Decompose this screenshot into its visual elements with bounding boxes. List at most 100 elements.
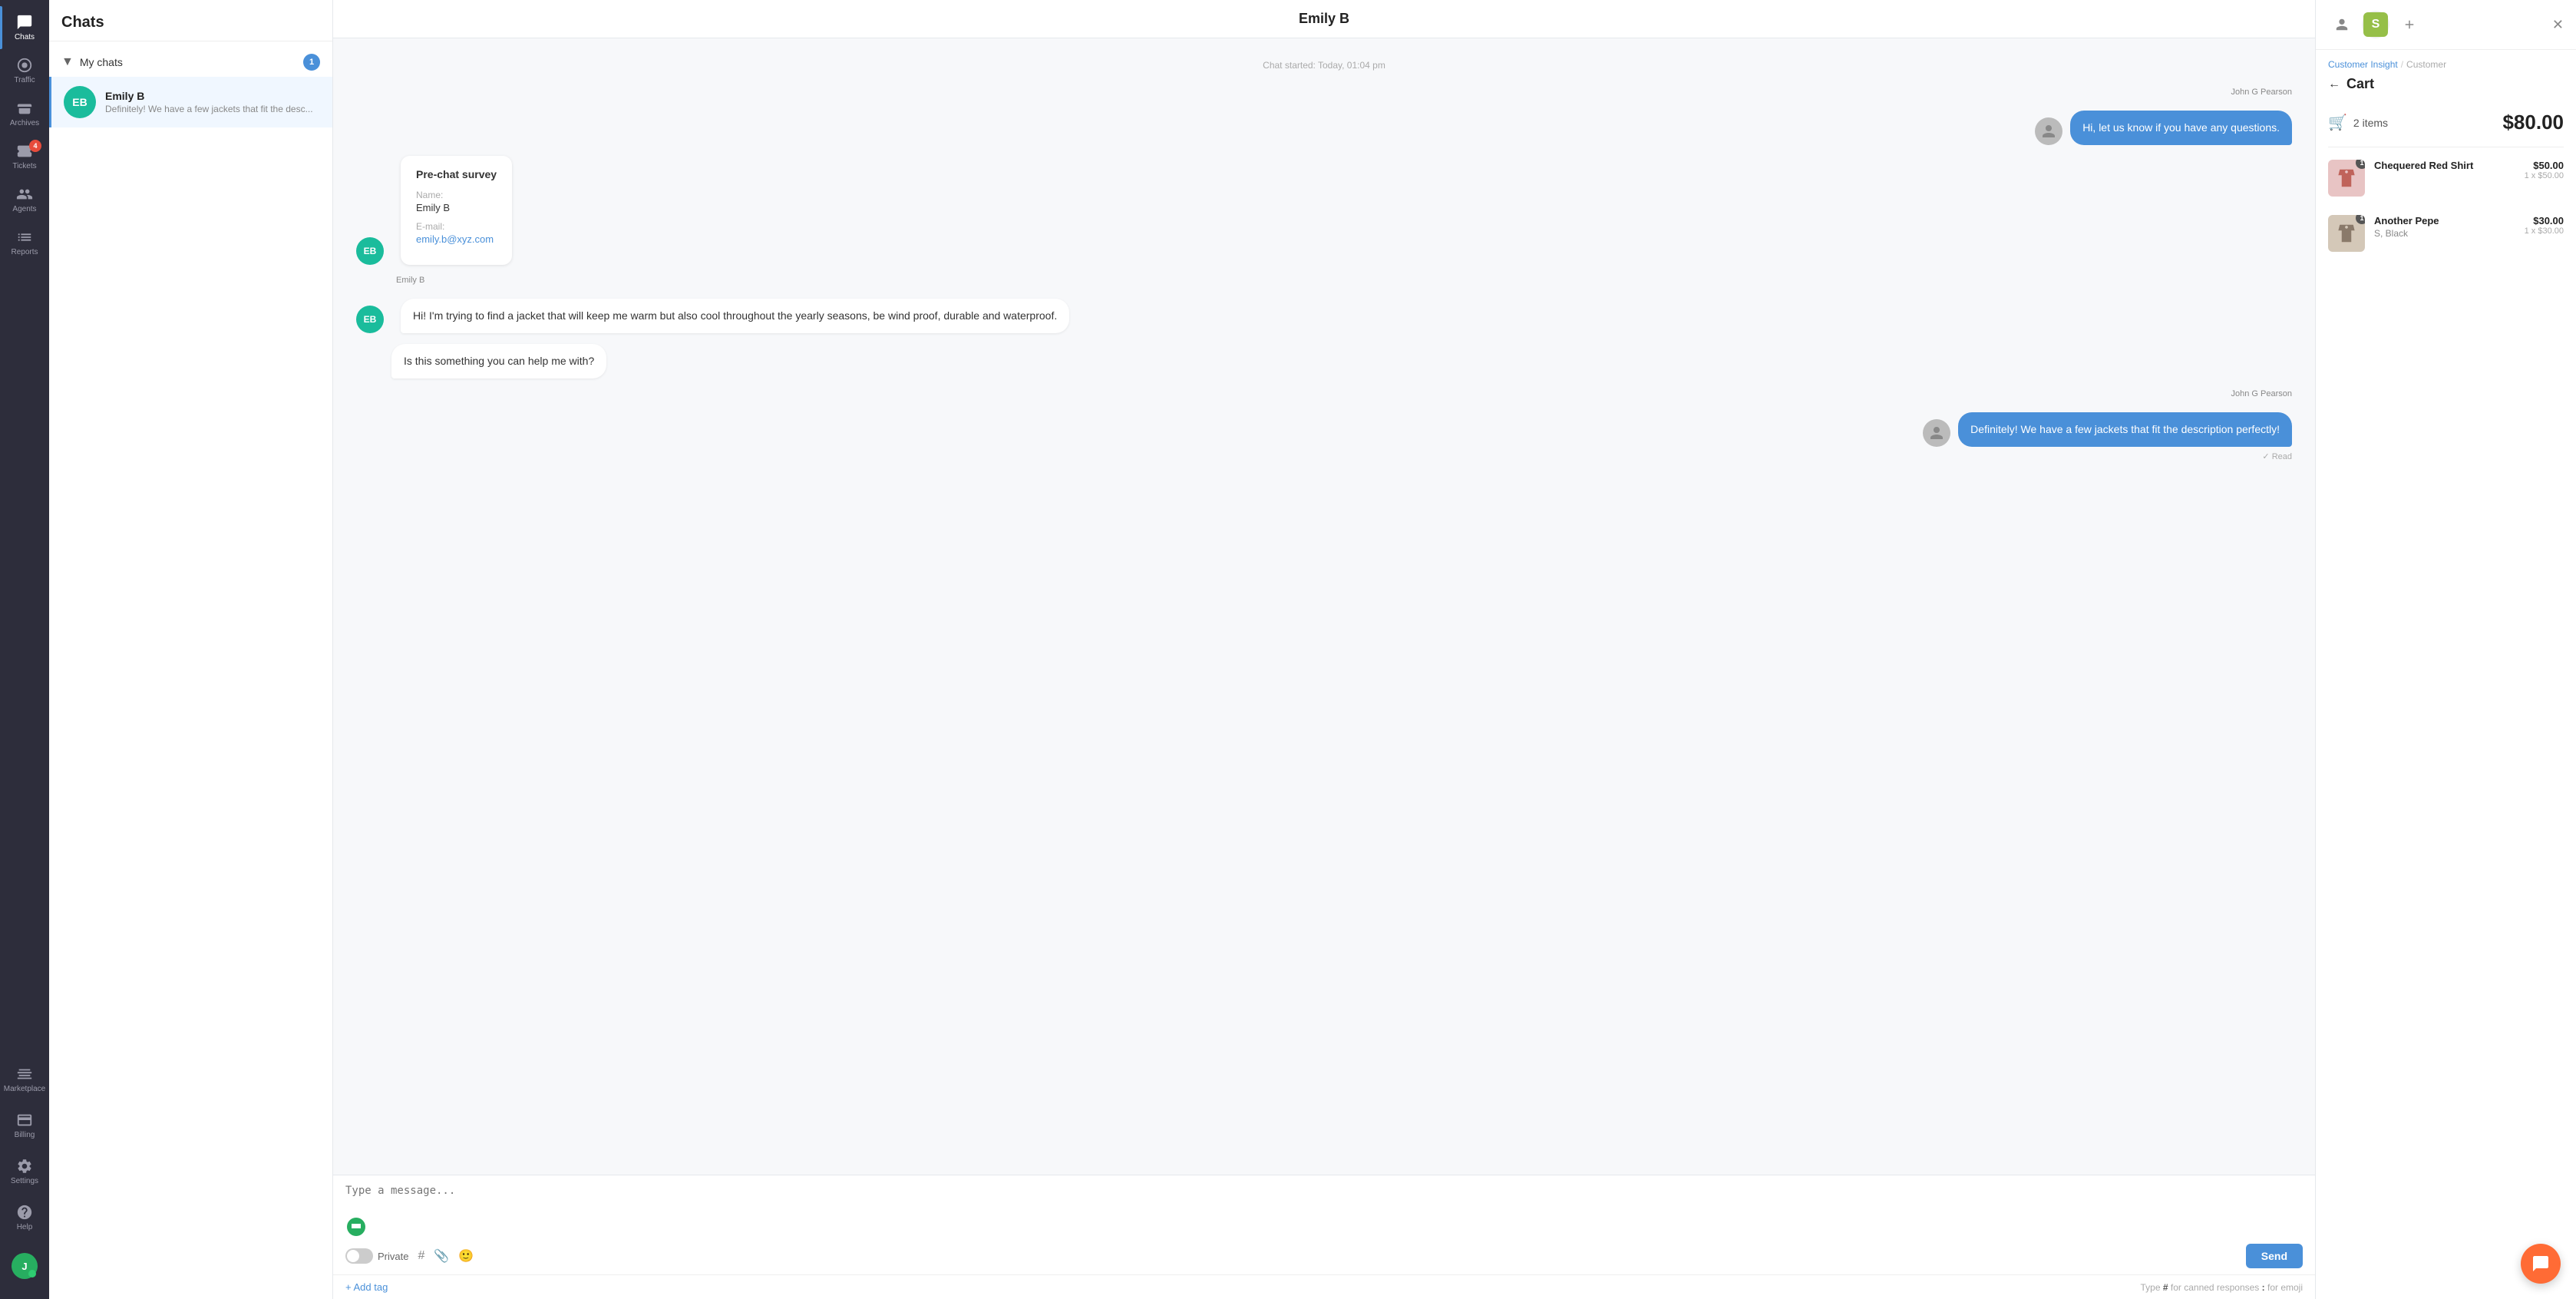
private-toggle[interactable]: Private — [345, 1248, 408, 1264]
pre-chat-row: EB Pre-chat survey Name: Emily B E-mail:… — [356, 156, 2292, 265]
hint-text3: for emoji — [2267, 1282, 2303, 1293]
cart-item-variant2: S, Black — [2374, 228, 2515, 239]
chat-started: Chat started: Today, 01:04 pm — [356, 60, 2292, 71]
chevron-down-icon: ▼ — [61, 55, 74, 69]
message-row: Hi, let us know if you have any question… — [356, 111, 2292, 145]
hint-text1: Type — [2141, 1282, 2163, 1293]
hint-hash: # — [2163, 1282, 2168, 1293]
shopify-icon: S — [2363, 12, 2388, 37]
msg-sender2: John G Pearson — [356, 389, 2292, 398]
sidebar-item-label: Reports — [11, 248, 38, 256]
sidebar-item-agents[interactable]: Agents — [0, 178, 49, 221]
chat-preview: Definitely! We have a few jackets that f… — [105, 104, 320, 114]
chat-header: Emily B — [333, 0, 2315, 38]
close-button[interactable]: ✕ — [2552, 17, 2564, 33]
my-chats-count: 1 — [303, 54, 320, 71]
cart-count: 🛒 2 items — [2328, 113, 2388, 132]
avatar-initials: EB — [72, 96, 87, 108]
cart-item-price: $50.00 1 x $50.00 — [2525, 160, 2564, 180]
avatar: EB — [64, 86, 96, 118]
message-bubble-outgoing: Hi, let us know if you have any question… — [2070, 111, 2292, 145]
message-bubble-incoming: Hi! I'm trying to find a jacket that wil… — [401, 299, 1069, 333]
sidebar-item-reports[interactable]: Reports — [0, 221, 49, 264]
cart-total: $80.00 — [2502, 111, 2564, 134]
message-bubble-incoming2: Is this something you can help me with? — [391, 344, 606, 378]
field-value-email: emily.b@xyz.com — [416, 233, 497, 245]
breadcrumb-separator: / — [2401, 59, 2403, 70]
agent-avatar2 — [1923, 419, 1950, 447]
hint-text2: for canned responses — [2171, 1282, 2262, 1293]
sidebar-item-label: Help — [17, 1223, 33, 1231]
emoji-icon[interactable]: 🙂 — [458, 1248, 474, 1264]
avatar-eb2: EB — [356, 306, 384, 333]
sidebar-item-label: Tickets — [12, 162, 36, 170]
main-chat: Emily B Chat started: Today, 01:04 pm Jo… — [333, 0, 2315, 1299]
breadcrumb: Customer Insight / Customer — [2316, 50, 2576, 73]
shirt-icon — [2335, 167, 2358, 190]
rp-tabs: S — [2328, 11, 2423, 38]
input-toolbar: Private # 📎 🙂 Send — [345, 1244, 2303, 1268]
sidebar-item-archives[interactable]: Archives — [0, 92, 49, 135]
plus-icon — [2403, 18, 2416, 31]
section-title: Cart — [2346, 76, 2374, 92]
sidebar-item-chats[interactable]: Chats — [0, 6, 49, 49]
item-unit-price: 1 x $50.00 — [2525, 171, 2564, 180]
pre-chat-survey-card: Pre-chat survey Name: Emily B E-mail: em… — [401, 156, 512, 265]
user-avatar-button[interactable]: J — [4, 1245, 45, 1287]
breadcrumb-parent[interactable]: Customer Insight — [2328, 59, 2398, 70]
rp-tab-add[interactable] — [2396, 11, 2423, 38]
sidebar-item-label: Archives — [10, 119, 39, 127]
field-label-name: Name: — [416, 190, 497, 200]
sidebar-item-help[interactable]: Help — [4, 1196, 45, 1239]
my-chats-label: My chats — [80, 56, 303, 68]
reports-icon — [16, 229, 33, 246]
tickets-badge: 4 — [29, 140, 41, 152]
chat-name: Emily B — [105, 90, 320, 102]
cart-item-image: 1 — [2328, 160, 2365, 197]
my-chats-row[interactable]: ▼ My chats 1 — [49, 48, 332, 77]
pre-chat-title: Pre-chat survey — [416, 168, 497, 180]
msg-sender: John G Pearson — [356, 88, 2292, 97]
send-button[interactable]: Send — [2246, 1244, 2303, 1268]
sidebar-item-label: Agents — [12, 205, 36, 213]
item-unit-price2: 1 x $30.00 — [2525, 226, 2564, 236]
toggle-switch[interactable] — [345, 1248, 373, 1264]
item-price2: $30.00 — [2525, 215, 2564, 226]
sidebar-item-traffic[interactable]: Traffic — [0, 49, 49, 92]
message-input[interactable] — [345, 1185, 2303, 1212]
agents-icon — [16, 186, 33, 203]
page-title: Chats — [61, 14, 320, 31]
chat-item[interactable]: EB Emily B Definitely! We have a few jac… — [49, 77, 332, 127]
rp-tab-customer[interactable] — [2328, 11, 2356, 38]
field-value-name: Emily B — [416, 202, 497, 213]
online-indicator — [28, 1270, 36, 1278]
message-row-outgoing2: Definitely! We have a few jackets that f… — [356, 412, 2292, 447]
cart-item-name: Chequered Red Shirt — [2374, 160, 2515, 173]
sidebar-item-tickets[interactable]: 4 Tickets — [0, 135, 49, 178]
sidebar-item-label: Billing — [15, 1131, 35, 1139]
item-price: $50.00 — [2525, 160, 2564, 171]
breadcrumb-current: Customer — [2406, 59, 2446, 70]
marketplace-icon — [16, 1066, 33, 1082]
add-tag-button[interactable]: + Add tag — [345, 1281, 388, 1293]
rp-tab-shopify[interactable]: S — [2362, 11, 2389, 38]
message-bubble-outgoing2: Definitely! We have a few jackets that f… — [1958, 412, 2292, 447]
floating-chat-button[interactable] — [2521, 1244, 2561, 1284]
hashtag-icon[interactable]: # — [418, 1249, 424, 1263]
footer-hint: Type # for canned responses : for emoji — [2141, 1282, 2304, 1293]
chat-footer: + Add tag Type # for canned responses : … — [333, 1274, 2315, 1299]
archives-icon — [16, 100, 33, 117]
right-panel: S ✕ Customer Insight / Customer ← Cart 🛒… — [2315, 0, 2576, 1299]
sidebar-item-billing[interactable]: Billing — [4, 1104, 45, 1147]
shirt2-icon — [2335, 222, 2358, 245]
attachment-icon[interactable]: 📎 — [434, 1248, 449, 1264]
field-label-email: E-mail: — [416, 221, 497, 232]
back-arrow-icon[interactable]: ← — [2328, 78, 2340, 91]
sidebar-item-marketplace[interactable]: Marketplace — [4, 1058, 45, 1101]
input-area: Private # 📎 🙂 Send — [333, 1175, 2315, 1274]
person-icon — [2335, 18, 2349, 31]
sidebar-item-settings[interactable]: Settings — [4, 1150, 45, 1193]
cart-summary: 🛒 2 items $80.00 — [2316, 101, 2576, 144]
cart-items-count: 2 items — [2353, 117, 2388, 129]
my-chats-section: ▼ My chats 1 EB Emily B Definitely! We h… — [49, 41, 332, 134]
